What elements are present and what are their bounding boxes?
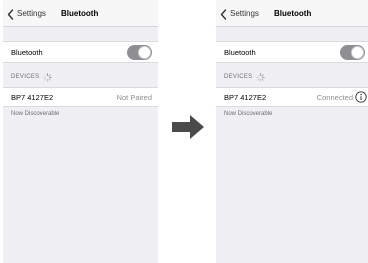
back-button-label: Settings — [230, 9, 259, 18]
discoverable-status: Now Discoverable — [11, 111, 60, 117]
bluetooth-switch[interactable] — [340, 45, 365, 60]
page-title: Bluetooth — [274, 9, 312, 18]
spinner-icon — [256, 72, 266, 82]
back-button[interactable]: Settings — [7, 8, 46, 20]
back-button[interactable]: Settings — [220, 8, 259, 20]
discoverable-status: Now Discoverable — [224, 111, 273, 117]
bluetooth-toggle-row: Bluetooth — [3, 41, 158, 63]
device-row[interactable]: BP7 4127E2 Connected — [216, 87, 368, 107]
navigation-bar: Settings Bluetooth — [3, 0, 158, 27]
bluetooth-switch[interactable] — [127, 45, 152, 60]
page-title: Bluetooth — [61, 9, 99, 18]
bluetooth-toggle-label: Bluetooth — [11, 48, 43, 57]
device-status: Connected — [316, 93, 353, 102]
devices-section-label: DEVICES — [11, 74, 40, 80]
screen-before: Settings Bluetooth Bluetooth DEVICES BP7… — [3, 0, 158, 263]
devices-section-header: DEVICES — [11, 72, 53, 82]
bluetooth-toggle-label: Bluetooth — [224, 48, 256, 57]
back-button-label: Settings — [17, 9, 46, 18]
devices-section-label: DEVICES — [224, 74, 253, 80]
devices-section-header: DEVICES — [224, 72, 266, 82]
device-name: BP7 4127E2 — [11, 93, 54, 102]
info-icon[interactable] — [355, 91, 367, 103]
switch-knob — [351, 46, 364, 59]
screen-after: Settings Bluetooth Bluetooth DEVICES BP7… — [216, 0, 368, 263]
spinner-icon — [43, 72, 53, 82]
navigation-bar: Settings Bluetooth — [216, 0, 368, 27]
device-name: BP7 4127E2 — [224, 93, 267, 102]
device-row[interactable]: BP7 4127E2 Not Paired — [3, 87, 158, 107]
chevron-left-icon — [220, 8, 227, 20]
chevron-left-icon — [7, 8, 14, 20]
right-arrow-icon — [172, 115, 204, 139]
device-status: Not Paired — [116, 93, 152, 102]
bluetooth-toggle-row: Bluetooth — [216, 41, 368, 63]
switch-knob — [138, 46, 151, 59]
